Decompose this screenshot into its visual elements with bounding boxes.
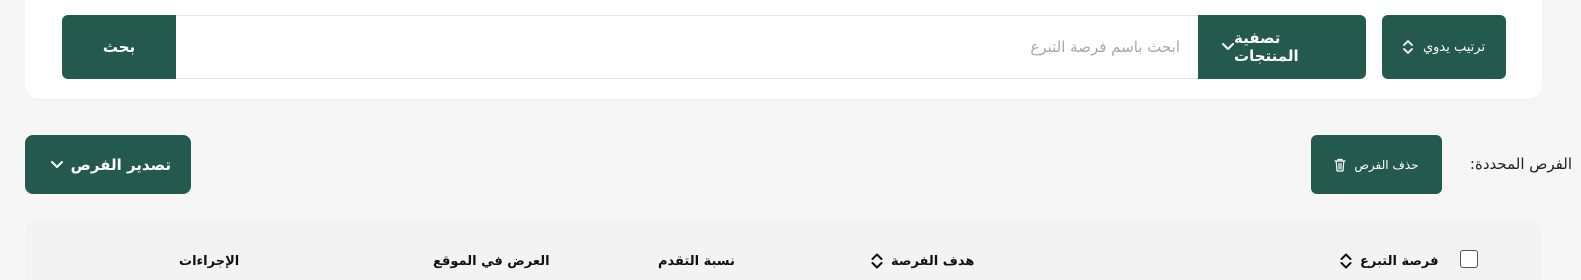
table-header-panel <box>25 218 1542 280</box>
select-all-checkbox[interactable] <box>1460 250 1478 268</box>
search-placeholder: ابحث باسم فرصة التبرع <box>1030 38 1180 56</box>
sort-updown-icon <box>871 252 883 270</box>
delete-label: حذف الفرص <box>1354 157 1419 172</box>
chevron-down-icon <box>51 160 63 169</box>
export-opportunities-button[interactable]: تصدير الفرص <box>25 135 191 194</box>
column-header-label: الإجراءات <box>179 253 240 269</box>
delete-opportunities-button[interactable]: حذف الفرص <box>1311 135 1442 194</box>
column-header-progress: نسبة التقدم <box>658 250 735 272</box>
selected-opportunities-label: الفرص المحددة: <box>1469 155 1572 173</box>
column-header-goal[interactable]: هدف الفرصة <box>871 250 974 272</box>
column-header-opportunity[interactable]: فرصة التبرع <box>1340 250 1439 272</box>
column-header-label: هدف الفرصة <box>891 253 975 269</box>
column-header-label: فرصة التبرع <box>1360 253 1439 269</box>
sort-label: ترتيب يدوي <box>1422 39 1486 55</box>
search-button[interactable]: بحث <box>62 15 176 79</box>
filter-products-dropdown[interactable]: تصفية المنتجات <box>1198 15 1366 79</box>
sort-dropdown[interactable]: ترتيب يدوي <box>1382 15 1506 79</box>
filter-products-label: تصفية المنتجات <box>1234 29 1299 65</box>
column-header-display: العرض في الموقع <box>433 250 550 272</box>
export-label: تصدير الفرص <box>70 155 171 174</box>
trash-icon <box>1334 158 1347 172</box>
chevron-down-icon <box>1222 43 1234 51</box>
column-header-actions: الإجراءات <box>179 250 239 272</box>
search-button-label: بحث <box>102 38 136 56</box>
column-header-label: العرض في الموقع <box>433 253 550 269</box>
sort-updown-icon <box>1340 252 1352 270</box>
column-header-label: نسبة التقدم <box>658 253 735 269</box>
search-input[interactable]: ابحث باسم فرصة التبرع <box>176 15 1198 79</box>
sort-updown-icon <box>1403 39 1413 55</box>
